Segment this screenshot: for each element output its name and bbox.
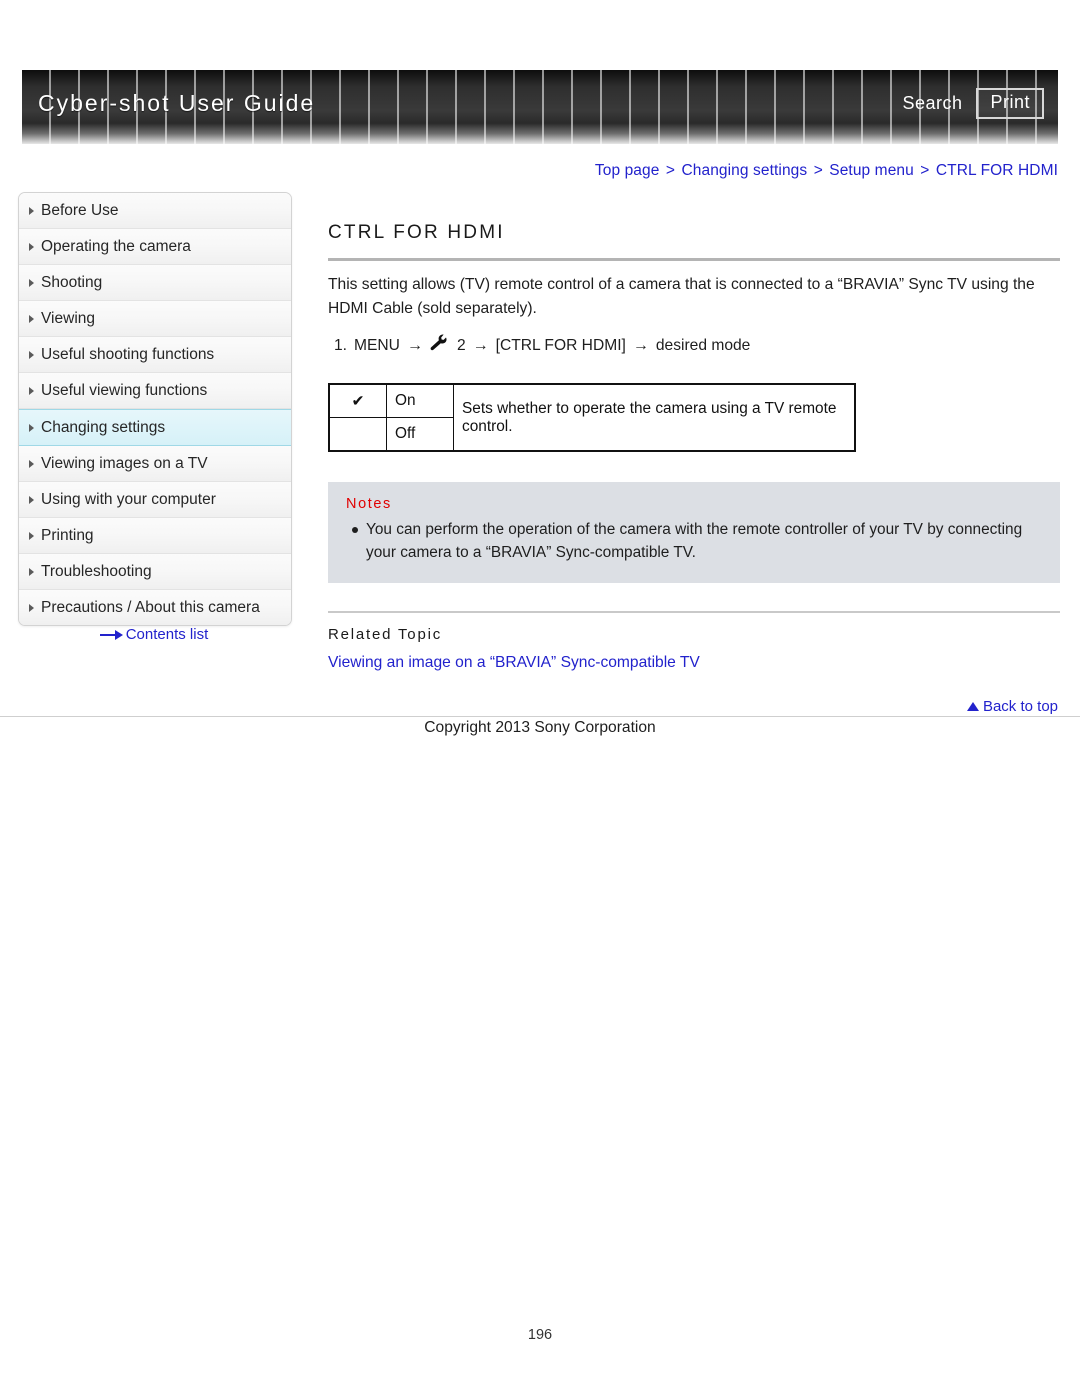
sidebar-item-viewing[interactable]: Viewing	[19, 301, 291, 337]
contents-list-label: Contents list	[125, 626, 209, 643]
chevron-right-icon	[29, 423, 34, 432]
breadcrumb: Top page > Changing settings > Setup men…	[595, 162, 1058, 180]
options-table: ✔ On Sets whether to operate the camera …	[328, 383, 856, 453]
sidebar-item-shooting[interactable]: Shooting	[19, 265, 291, 301]
related-topic-title: Related Topic	[328, 625, 443, 643]
sidebar-item-label: Precautions / About this camera	[41, 599, 260, 616]
breadcrumb-separator: >	[920, 162, 930, 179]
contents-list-link[interactable]: Contents list	[18, 626, 290, 643]
option-selected-check: ✔	[328, 383, 387, 419]
notes-box: Notes You can perform the operation of t…	[328, 482, 1060, 583]
sidebar-item-changing-settings[interactable]: Changing settings	[19, 409, 291, 446]
header-banner: Cyber-shot User Guide Search Print	[22, 70, 1058, 144]
breadcrumb-separator: >	[665, 162, 676, 179]
sidebar-item-label: Viewing images on a TV	[41, 455, 208, 472]
arrow-right-icon: →	[406, 336, 423, 354]
sidebar-nav: Before Use Operating the camera Shooting…	[18, 192, 292, 626]
related-topic-link[interactable]: Viewing an image on a “BRAVIA” Sync-comp…	[328, 654, 1060, 672]
notes-title: Notes	[346, 496, 392, 513]
arrow-right-icon	[99, 630, 124, 641]
copyright-text: Copyright 2013 Sony Corporation	[424, 719, 656, 736]
back-to-top-label: Back to top	[982, 698, 1058, 715]
breadcrumb-item-current: CTRL FOR HDMI	[935, 162, 1058, 179]
sidebar-item-viewing-images-on-a-tv[interactable]: Viewing images on a TV	[19, 446, 291, 482]
search-button[interactable]: Search	[902, 93, 962, 114]
back-to-top-link[interactable]: Back to top	[966, 698, 1058, 715]
footer-divider	[0, 716, 1080, 717]
sidebar-item-operating-the-camera[interactable]: Operating the camera	[19, 229, 291, 265]
sidebar-item-label: Shooting	[41, 274, 103, 291]
page-number: 196	[527, 1327, 553, 1343]
breadcrumb-separator: >	[813, 162, 823, 179]
sidebar-item-label: Useful shooting functions	[41, 346, 215, 363]
chevron-right-icon	[29, 567, 34, 576]
sidebar-item-precautions-about-this-camera[interactable]: Precautions / About this camera	[19, 590, 291, 625]
sidebar-item-label: Before Use	[41, 202, 119, 219]
sidebar-item-label: Viewing	[41, 310, 96, 327]
chevron-right-icon	[29, 206, 34, 215]
chevron-right-icon	[29, 459, 34, 468]
step-menu-label: MENU	[354, 336, 400, 354]
sidebar-item-before-use[interactable]: Before Use	[19, 193, 291, 229]
chevron-right-icon	[29, 603, 34, 612]
step-setting-name: [CTRL FOR HDMI]	[495, 336, 626, 354]
step-menu-number: 2	[456, 336, 466, 354]
chevron-right-icon	[29, 495, 34, 504]
notes-list: You can perform the operation of the cam…	[346, 518, 1042, 564]
header-actions: Search Print	[902, 88, 1044, 119]
sidebar-item-label: Using with your computer	[41, 491, 216, 508]
sidebar-item-useful-shooting-functions[interactable]: Useful shooting functions	[19, 337, 291, 373]
step-number: 1.	[334, 336, 348, 354]
chevron-right-icon	[29, 278, 34, 287]
chevron-right-icon	[29, 314, 34, 323]
breadcrumb-item-changing-settings[interactable]: Changing settings	[681, 162, 807, 179]
option-description: Sets whether to operate the camera using…	[453, 383, 856, 452]
page-root: Cyber-shot User Guide Search Print Top p…	[0, 0, 1080, 1397]
sidebar-item-label: Operating the camera	[41, 238, 191, 255]
option-label-off: Off	[386, 417, 454, 452]
sidebar-item-label: Printing	[41, 527, 94, 544]
arrow-right-icon: →	[472, 336, 489, 354]
chevron-right-icon	[29, 531, 34, 540]
chevron-right-icon	[29, 386, 34, 395]
main-content: CTRL FOR HDMI This setting allows (TV) r…	[328, 222, 1060, 672]
list-item: You can perform the operation of the cam…	[352, 518, 1042, 564]
setup-menu-wrench-icon	[430, 334, 450, 357]
triangle-up-icon	[966, 702, 979, 711]
table-row: ✔ On Sets whether to operate the camera …	[328, 383, 856, 452]
chevron-right-icon	[29, 350, 34, 359]
arrow-right-icon: →	[632, 336, 649, 354]
intro-paragraph: This setting allows (TV) remote control …	[328, 276, 1035, 317]
print-button[interactable]: Print	[976, 88, 1044, 119]
breadcrumb-item-setup-menu[interactable]: Setup menu	[829, 162, 914, 179]
procedure-step-1: 1. MENU → 2 → [CTRL FOR HDMI] → desired …	[334, 334, 1060, 357]
sidebar-item-useful-viewing-functions[interactable]: Useful viewing functions	[19, 373, 291, 409]
sidebar-item-using-with-your-computer[interactable]: Using with your computer	[19, 482, 291, 518]
app-title: Cyber-shot User Guide	[38, 90, 316, 116]
sidebar-item-label: Changing settings	[41, 419, 166, 436]
sidebar-item-printing[interactable]: Printing	[19, 518, 291, 554]
option-label-on: On	[386, 383, 454, 419]
sidebar-item-troubleshooting[interactable]: Troubleshooting	[19, 554, 291, 590]
sidebar-item-label: Troubleshooting	[41, 563, 152, 580]
chevron-right-icon	[29, 242, 34, 251]
page-title: CTRL FOR HDMI	[328, 222, 1060, 261]
related-topic-divider	[328, 610, 1060, 613]
option-selected-check	[328, 417, 387, 452]
step-desired-mode: desired mode	[655, 336, 751, 354]
breadcrumb-item-top-page[interactable]: Top page	[595, 162, 660, 179]
sidebar-item-label: Useful viewing functions	[41, 382, 208, 399]
